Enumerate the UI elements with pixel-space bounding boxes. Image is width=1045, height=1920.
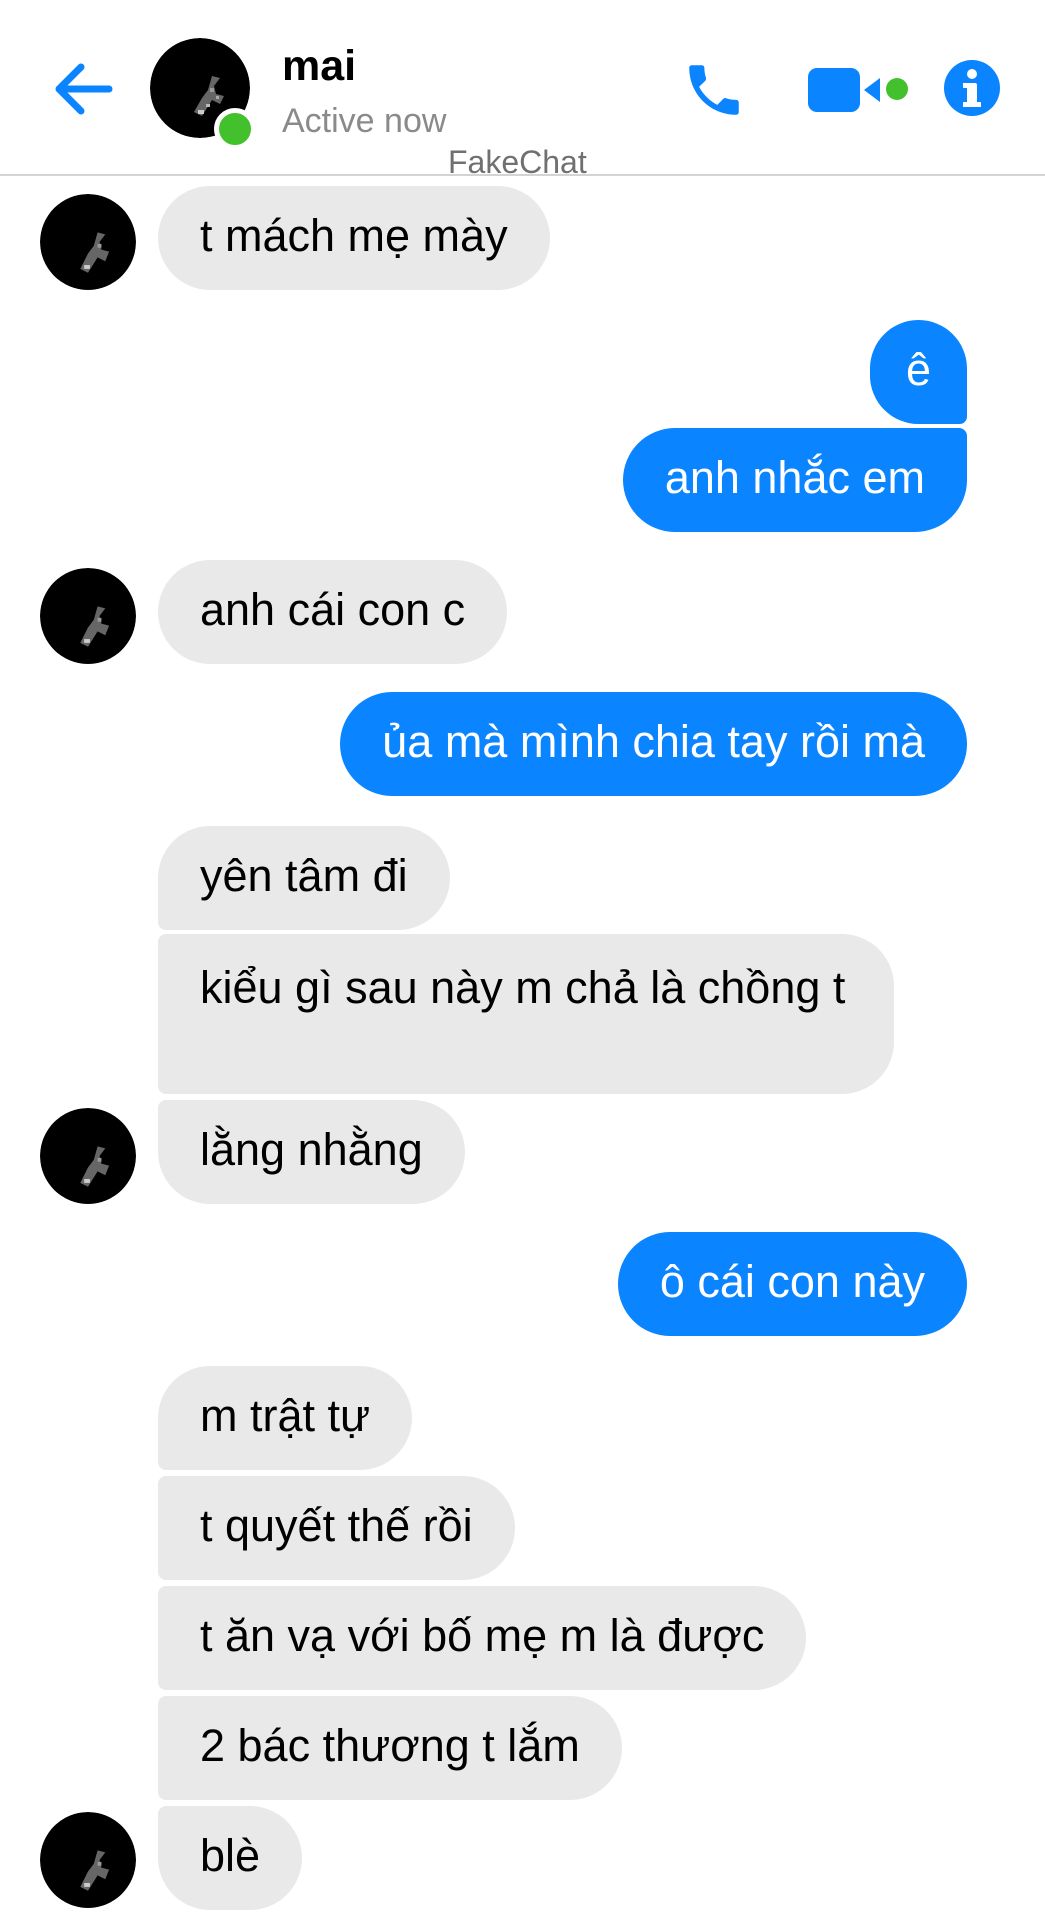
contact-avatar-small[interactable] (40, 568, 136, 664)
watermark: FakeChat (448, 144, 587, 180)
message-bubble-incoming[interactable]: blè (158, 1806, 303, 1910)
video-active-dot (886, 78, 908, 100)
contact-avatar-small[interactable] (40, 1812, 136, 1908)
contact-status: Active now (282, 102, 447, 140)
message-bubble-incoming[interactable]: kiểu gì sau này m chả là chồng t (158, 934, 894, 1094)
info-button[interactable] (942, 58, 1002, 118)
chat-header: mai Active now FakeChat (0, 0, 1045, 180)
message-bubble-outgoing[interactable]: anh nhắc em (622, 428, 967, 532)
message-bubble-incoming[interactable]: t ăn vạ với bố mẹ m là được (158, 1586, 807, 1690)
contact-name[interactable]: mai (282, 40, 356, 92)
contact-avatar-small[interactable] (40, 194, 136, 290)
message-list[interactable]: t mách mẹ mày ê anh nhắc em anh cái con … (0, 176, 1045, 1920)
voice-call-button[interactable] (676, 52, 752, 128)
info-icon (944, 60, 1000, 116)
message-bubble-incoming[interactable]: t mách mẹ mày (158, 186, 550, 290)
back-button[interactable] (48, 58, 118, 120)
contact-avatar-small[interactable] (40, 1108, 136, 1204)
message-bubble-incoming[interactable]: lằng nhằng (158, 1100, 465, 1204)
message-bubble-outgoing[interactable]: ô cái con này (617, 1232, 967, 1336)
arrow-left-icon (55, 63, 113, 115)
message-bubble-incoming[interactable]: 2 bác thương t lắm (158, 1696, 622, 1800)
message-bubble-incoming[interactable]: anh cái con c (158, 560, 508, 664)
message-bubble-incoming[interactable]: t quyết thế rồi (158, 1476, 515, 1580)
message-bubble-incoming[interactable]: yên tâm đi (158, 826, 450, 930)
message-bubble-outgoing[interactable]: ủa mà mình chia tay rồi mà (340, 692, 967, 796)
message-bubble-outgoing[interactable]: ê (869, 320, 967, 424)
message-bubble-incoming[interactable]: m trật tự (158, 1366, 413, 1470)
phone-icon (689, 65, 739, 115)
online-status-dot (214, 108, 256, 150)
